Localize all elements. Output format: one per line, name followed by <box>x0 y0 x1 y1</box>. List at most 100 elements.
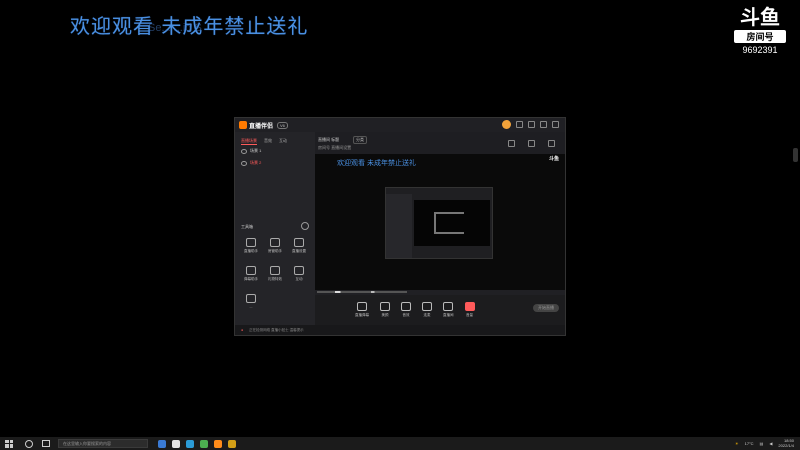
timeline-track <box>317 291 407 293</box>
room-label: 房间号 <box>734 30 786 43</box>
clock-date: 2022/1/4 <box>778 443 794 448</box>
scene-label: 场景 1 <box>250 148 262 153</box>
scene-item-2[interactable]: 场景 2 <box>235 157 315 169</box>
settings-icon[interactable] <box>516 121 523 128</box>
panel-tabs: 直播场景 音效 互动 <box>235 132 315 145</box>
side-scroll-handle[interactable] <box>793 148 798 162</box>
weather-temp[interactable]: 17°C <box>745 441 754 446</box>
nested-left-panel <box>386 194 412 258</box>
left-panel: 直播场景 音效 互动 场景 1 场景 2 工具箱 直播助手 房管助手 直播设置 … <box>235 132 315 325</box>
beauty-button[interactable]: 美颜 <box>380 302 390 318</box>
go-live-button[interactable]: 开始直播 <box>533 304 559 312</box>
toolbox-grid: 直播助手 房管助手 直播设置 弹幕助手 礼物特效 互动 ... <box>239 238 311 309</box>
app-icon[interactable] <box>214 439 222 448</box>
tool-icon <box>246 238 256 247</box>
tool-icon <box>270 266 280 275</box>
start-icon[interactable] <box>5 439 13 448</box>
volume-button[interactable]: 音量 <box>464 302 475 318</box>
share-icon[interactable] <box>508 140 515 147</box>
avatar[interactable] <box>502 120 511 129</box>
tab-scenes[interactable]: 直播场景 <box>241 138 257 145</box>
nested-stage <box>414 200 490 246</box>
tool-label: 直播助手 <box>244 249 258 253</box>
status-text: 正在检测网络 直播小贴士 温馨提示 <box>249 327 304 332</box>
ghost-text: Se... ...id S <box>148 22 202 34</box>
scene-label: 场景 2 <box>250 160 262 165</box>
clock[interactable]: 18:50 2022/1/4 <box>778 438 794 448</box>
stage-header: 直播间 标题 分类 房间号 直播间设置 <box>315 132 565 154</box>
tool-live-assistant[interactable]: 直播助手 <box>239 238 263 254</box>
app-icon[interactable] <box>228 439 236 448</box>
tool-icon <box>294 238 304 247</box>
scene-item-1[interactable]: 场景 1 <box>235 145 315 157</box>
tool-label: 互动 <box>295 277 303 281</box>
tool-gift-effects[interactable]: 礼物特效 <box>263 266 287 282</box>
system-tray: ☀ 17°C ▤ ◀ 18:50 2022/1/4 <box>735 438 794 448</box>
category-pill[interactable]: 分类 <box>353 136 367 144</box>
version-badge[interactable]: V6 <box>277 121 288 129</box>
tool-room-admin[interactable]: 房管助手 <box>263 238 287 254</box>
sound-effects-icon <box>401 302 411 311</box>
toolbox-settings-icon[interactable] <box>301 222 309 230</box>
danmu-button[interactable]: 直播弹幕 <box>355 302 369 318</box>
tool-icon <box>270 238 280 247</box>
app-title: 直播伴侣 <box>249 123 274 130</box>
control-label: 音效 <box>402 313 410 317</box>
tab-interact[interactable]: 互动 <box>279 138 287 145</box>
bell-icon[interactable] <box>528 140 535 147</box>
app-icon[interactable] <box>158 439 166 448</box>
beauty-icon <box>380 302 390 311</box>
search-icon[interactable] <box>25 439 33 448</box>
nested-preview-window <box>385 187 493 259</box>
stream-title[interactable]: 直播间 标题 <box>318 137 339 143</box>
douyu-logo: 斗鱼 房间号 9692391 <box>734 8 786 55</box>
tool-label: ... <box>249 305 253 309</box>
pinned-apps <box>158 439 236 448</box>
tool-more[interactable]: ... <box>239 294 263 309</box>
tool-danmu[interactable]: 弹幕助手 <box>239 266 263 282</box>
sound-effects-button[interactable]: 音效 <box>401 302 411 318</box>
control-label: 直播间 <box>443 313 454 317</box>
volume-icon[interactable]: ◀ <box>769 441 772 446</box>
eye-icon[interactable] <box>241 148 247 154</box>
app-icon[interactable] <box>186 439 194 448</box>
app-logo-icon <box>239 121 247 129</box>
close-icon[interactable] <box>552 121 559 128</box>
more-icon[interactable] <box>548 140 555 147</box>
tool-live-settings[interactable]: 直播设置 <box>287 238 311 254</box>
tool-label: 弹幕助手 <box>244 277 258 281</box>
network-icon[interactable]: ▤ <box>760 441 764 446</box>
danmu-icon <box>357 302 367 311</box>
tool-label: 房管助手 <box>268 249 282 253</box>
tool-icon <box>294 266 304 275</box>
control-label: 连麦 <box>423 313 431 317</box>
tool-icon <box>246 266 256 275</box>
weather-icon[interactable]: ☀ <box>735 441 739 446</box>
link-mic-button[interactable]: 连麦 <box>422 302 432 318</box>
toolbox-title: 工具箱 <box>241 224 253 229</box>
nested-window-frame <box>434 212 464 234</box>
room-id: 9692391 <box>742 45 778 55</box>
streaming-app-window: 直播伴侣 V6 直播场景 音效 互动 场景 1 场景 2 工具箱 直播助手 房管… <box>234 117 566 336</box>
room-icon <box>443 302 454 311</box>
minimize-icon[interactable] <box>528 121 535 128</box>
room-button[interactable]: 直播间 <box>443 302 454 318</box>
tab-audio[interactable]: 音效 <box>264 138 272 145</box>
maximize-icon[interactable] <box>540 121 547 128</box>
status-warning-icon: ● <box>241 328 244 332</box>
preview-stage[interactable]: 欢迎观看 未成年禁止送礼 斗鱼 <box>315 154 565 290</box>
tool-interact[interactable]: 互动 <box>287 266 311 282</box>
status-bar: ● 正在检测网络 直播小贴士 温馨提示 <box>235 325 565 335</box>
task-view-icon[interactable] <box>42 440 50 447</box>
logo-mark: 斗鱼 <box>740 7 780 29</box>
eye-icon[interactable] <box>241 160 247 166</box>
control-bar: 直播弹幕 美颜 音效 连麦 直播间 音量 <box>315 295 565 325</box>
app-icon[interactable] <box>172 439 180 448</box>
app-icon[interactable] <box>200 439 208 448</box>
title-bar-actions <box>502 120 559 129</box>
title-bar: 直播伴侣 V6 <box>235 118 565 132</box>
taskbar-search-input[interactable]: 在这里输入你要搜索的内容 <box>58 439 148 448</box>
windows-taskbar: 在这里输入你要搜索的内容 ☀ 17°C ▤ ◀ 18:50 2022/1/4 <box>0 437 800 450</box>
control-label: 音量 <box>466 313 473 317</box>
preview-banner: 欢迎观看 未成年禁止送礼 <box>337 160 416 167</box>
